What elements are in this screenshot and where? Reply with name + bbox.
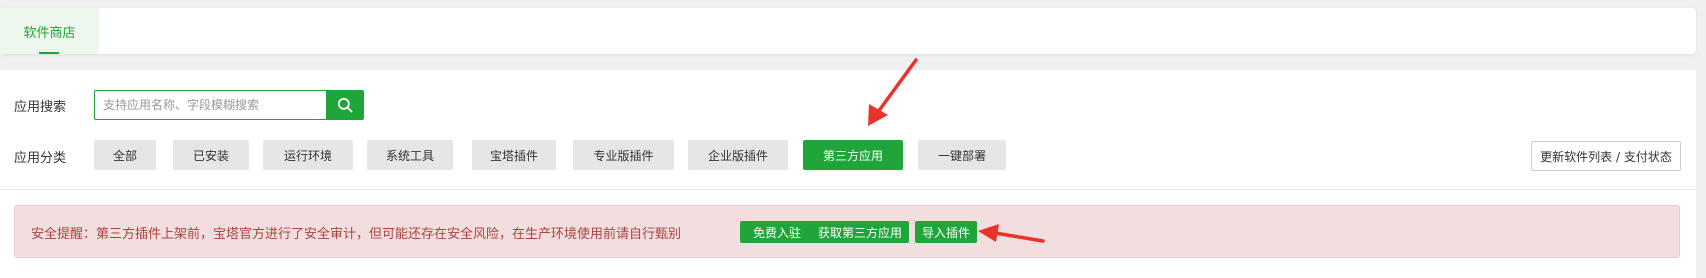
search-button[interactable] xyxy=(326,90,364,120)
store-panel: 应用搜索 应用分类 全部 已安装 运行环境 系统工具 宝塔插件 专业版插件 企业… xyxy=(0,70,1696,278)
category-installed[interactable]: 已安装 xyxy=(173,140,249,170)
free-join-button[interactable]: 免费入驻 xyxy=(740,221,814,243)
category-all[interactable]: 全部 xyxy=(94,140,156,170)
tab-software-store[interactable]: 软件商店 xyxy=(0,8,99,54)
category-third-party[interactable]: 第三方应用 xyxy=(803,140,903,170)
category-one-click-deploy[interactable]: 一键部署 xyxy=(918,140,1006,170)
search-input[interactable] xyxy=(94,90,326,120)
category-system-tools[interactable]: 系统工具 xyxy=(367,140,453,170)
category-label: 应用分类 xyxy=(14,151,67,166)
get-third-party-button[interactable]: 获取第三方应用 xyxy=(811,221,909,243)
top-tab-bar: 软件商店 xyxy=(0,8,1696,54)
alert-text: 安全提醒：第三方插件上架前，宝塔官方进行了安全审计，但可能还存在安全风险，在生产… xyxy=(31,227,682,242)
category-enterprise-plugins[interactable]: 企业版插件 xyxy=(688,140,788,170)
search-label: 应用搜索 xyxy=(14,100,67,115)
divider xyxy=(0,189,1696,190)
category-bt-plugins[interactable]: 宝塔插件 xyxy=(472,140,556,170)
import-plugin-button[interactable]: 导入插件 xyxy=(915,221,977,243)
search-icon xyxy=(337,97,353,113)
update-list-button[interactable]: 更新软件列表 / 支付状态 xyxy=(1531,141,1681,171)
security-alert: 安全提醒：第三方插件上架前，宝塔官方进行了安全审计，但可能还存在安全风险，在生产… xyxy=(14,205,1680,258)
tab-software-store-label: 软件商店 xyxy=(23,25,76,41)
category-pro-plugins[interactable]: 专业版插件 xyxy=(573,140,674,170)
category-runtime[interactable]: 运行环境 xyxy=(263,140,353,170)
search-box xyxy=(94,90,364,120)
tab-active-underline xyxy=(39,52,59,54)
